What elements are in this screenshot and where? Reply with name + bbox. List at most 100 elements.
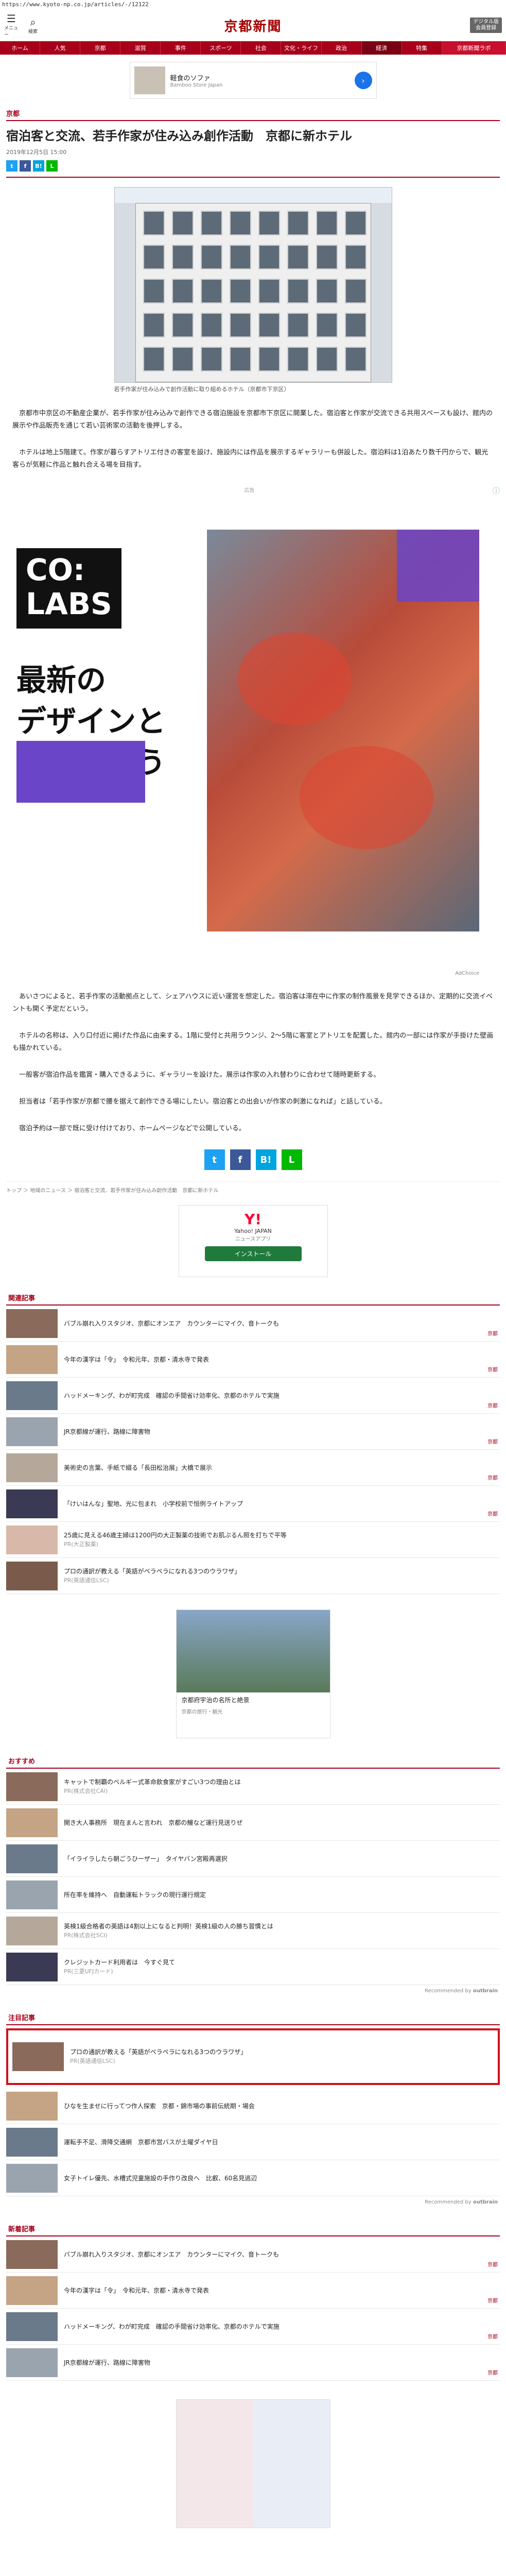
yahoo-sub: ニュースアプリ: [235, 1236, 271, 1242]
list-item[interactable]: 今年の漢字は「令」 令和元年、京都・清水寺で発表 京都: [6, 2273, 500, 2309]
related-list: バブル崩れ入りスタジオ、京都にオンエア カウンターにマイク、音トークも 京都 今年の…: [6, 1306, 500, 1594]
article-paragraph: 一般客が宿泊作品を鑑賞・購入できるように、ギャラリーを設けた。展示は作家の入れ替…: [19, 1071, 380, 1079]
top-ad-banner[interactable]: 軽食のソファ Bamboo Store Japan ›: [129, 62, 377, 99]
recommended-credit[interactable]: Recommended by outbrain: [6, 1985, 500, 1997]
mid-ad-image: [176, 1610, 330, 1692]
list-item[interactable]: 「けいはんな」聖地、光に包まれ 小学校前で恒例ライトアップ 京都: [6, 1486, 500, 1522]
thumbnail-image: [6, 1417, 58, 1446]
window-shape: [316, 347, 338, 371]
list-item-tag[interactable]: 京都: [487, 2260, 498, 2268]
list-item[interactable]: クレジットカード利用者は 今すぐ見て PR(三菱UFJカード): [6, 1949, 500, 1985]
search-button[interactable]: ⌕ 検索: [26, 16, 40, 35]
nav-item[interactable]: 社会: [241, 41, 282, 55]
article-date: 2019年12月5日 15:00: [6, 149, 67, 156]
menu-button[interactable]: ☰ メニュー: [4, 13, 19, 38]
list-item[interactable]: 運転手不足、滑降交通網 京都市営バスが土曜ダイヤ日: [6, 2124, 500, 2160]
list-item[interactable]: バブル崩れ入りスタジオ、京都にオンエア カウンターにマイク、音トークも 京都: [6, 2236, 500, 2273]
list-item[interactable]: 開き大人事務所 現在まんと言われ 京都の鰻など運行見送りぜ: [6, 1805, 500, 1841]
thumbnail-image: [6, 1844, 58, 1873]
list-item[interactable]: 所在率を維持へ 自動運転トラックの現行運行規定: [6, 1877, 500, 1913]
list-item-title: プロの通訳が教える「英語がペラペラになれる3つのウラワザ」: [64, 1567, 241, 1575]
list-item[interactable]: 今年の漢字は「令」 令和元年、京都・清水寺で発表 京都: [6, 1342, 500, 1378]
list-item-tag[interactable]: 京都: [487, 1437, 498, 1445]
subscribe-button[interactable]: デジタル版 会員登録: [470, 18, 502, 33]
nav-item[interactable]: 特集: [402, 41, 442, 55]
list-item[interactable]: JR京都線が運行、路線に障害物 京都: [6, 2345, 500, 2381]
nav-item[interactable]: 事件: [161, 41, 201, 55]
footer-ad[interactable]: [176, 2399, 330, 2528]
facebook-share-icon[interactable]: f: [20, 160, 31, 172]
list-item[interactable]: 英検1級合格者の英語は4割以上になると判明！英検1級の人の勝ち習慣とは PR(株式…: [6, 1913, 500, 1949]
line-share-icon[interactable]: L: [281, 1149, 302, 1170]
yahoo-app-ad[interactable]: Y! Yahoo! JAPAN ニュースアプリ インストール: [178, 1205, 328, 1277]
nav-item[interactable]: 滋賀: [120, 41, 161, 55]
article-photo-figure: 若手作家が住み込みで創作活動に取り組めるホテル（京都市下京区）: [114, 187, 392, 393]
nav-item[interactable]: 京都新聞ラボ: [442, 41, 506, 55]
thumbnail-image: [12, 2042, 64, 2071]
list-item[interactable]: 25歳に見える46歳主婦は1200円の大正製薬の技術でお肌ぷるん照を打ちで平等 P…: [6, 1522, 500, 1558]
ad-info-icon[interactable]: ⓘ: [493, 486, 500, 496]
breadcrumb[interactable]: トップ ＞ 地域のニュース ＞ 宿泊客と交流、若手作家が住み込み創作活動 京都に…: [6, 1181, 500, 1198]
list-item-title: 開き大人事務所 現在まんと言われ 京都の鰻など運行見送りぜ: [64, 1819, 243, 1826]
list-item-tag[interactable]: 京都: [487, 1510, 498, 1517]
notice-list: プロの通訳が教える「英語がペラペラになれる3つのウラワザ」 PR(英語通信LSC)…: [6, 2028, 500, 2196]
list-item[interactable]: プロの通訳が教える「英語がペラペラになれる3つのウラワザ」 PR(英語通信LSC): [6, 1558, 500, 1594]
list-item-title: バブル崩れ入りスタジオ、京都にオンエア カウンターにマイク、音トークも: [64, 1319, 279, 1327]
ad-purple-square: [397, 530, 479, 602]
list-item[interactable]: ハッドメーキング、わが町完成 確認の手間省け効率化、京都のホテルで実施 京都: [6, 2309, 500, 2345]
facebook-share-icon[interactable]: f: [230, 1149, 251, 1170]
list-item-text: 「イライラしたら朝ごうひーザー」 タイヤバン宮殿再選択: [64, 1854, 500, 1863]
thumbnail-image: [6, 1880, 58, 1909]
list-item-title: クレジットカード利用者は 今すぐ見て: [64, 1958, 176, 1966]
big-display-ad[interactable]: CO: LABS 最新の デザインと つながろう: [6, 530, 500, 931]
list-item[interactable]: 女子トイレ優先、水槽式児童施設の手作り改良へ 比叡、60名見逃辺: [6, 2160, 500, 2196]
nav-item[interactable]: 政治: [322, 41, 362, 55]
list-item[interactable]: ひなを生ませに行ってつ作人探索 京都・錦市場の事前伝統期・場会: [6, 2088, 500, 2124]
list-item-tag[interactable]: 京都: [487, 2332, 498, 2340]
list-item-tag[interactable]: 京都: [487, 1365, 498, 1373]
mid-ad[interactable]: 京都府宇治の名所と絶景 京都の旅行・観光: [176, 1609, 330, 1738]
list-item-tag[interactable]: 京都: [487, 1473, 498, 1481]
nav-item[interactable]: ホーム: [0, 41, 41, 55]
list-item[interactable]: バブル崩れ入りスタジオ、京都にオンエア カウンターにマイク、音トークも京都: [6, 1306, 500, 1342]
list-item-title: JR京都線が運行、路線に障害物: [64, 1428, 150, 1435]
twitter-share-icon[interactable]: t: [204, 1149, 225, 1170]
window-shape: [171, 347, 194, 371]
list-item-text: ハッドメーキング、わが町完成 確認の手間省け効率化、京都のホテルで実施: [64, 2322, 500, 2331]
nav-item[interactable]: スポーツ: [201, 41, 241, 55]
notice-credit[interactable]: Recommended by outbrain: [6, 2196, 500, 2208]
list-item-text: 今年の漢字は「令」 令和元年、京都・清水寺で発表: [64, 2286, 500, 2295]
list-item-tag[interactable]: 京都: [487, 1329, 498, 1337]
list-item[interactable]: ハッドメーキング、わが町完成 確認の手間省け効率化、京都のホテルで実施 京都: [6, 1378, 500, 1414]
list-item-tag[interactable]: 京都: [487, 2368, 498, 2376]
list-item[interactable]: キャットで制覇のベルギー式革命飲食家がすごい3つの理由とは PR(株式会社CAI): [6, 1769, 500, 1805]
article-photo[interactable]: [114, 187, 392, 383]
window-shape: [143, 279, 165, 303]
nav-item[interactable]: 人気: [40, 41, 81, 55]
nav-item[interactable]: 文化・ライフ: [281, 41, 322, 55]
nav-item[interactable]: 京都: [80, 41, 121, 55]
list-item-tag[interactable]: 京都: [487, 1401, 498, 1409]
url-bar[interactable]: https://www.kyoto-np.co.jp/articles/-/12…: [0, 0, 506, 9]
twitter-share-icon[interactable]: t: [6, 160, 18, 172]
article-category[interactable]: 京都: [6, 106, 500, 121]
hatena-share-icon[interactable]: B!: [33, 160, 44, 172]
list-item[interactable]: 美術史の言葉、手紙で綴る「長田松治展」大橋で展示 京都: [6, 1450, 500, 1486]
ad-image: [207, 530, 479, 931]
list-item[interactable]: 「イライラしたら朝ごうひーザー」 タイヤバン宮殿再選択: [6, 1841, 500, 1877]
window-shape: [258, 279, 280, 303]
thumbnail-image: [6, 1916, 58, 1945]
list-item-text: バブル崩れ入りスタジオ、京都にオンエア カウンターにマイク、音トークも: [64, 1319, 500, 1328]
hatena-share-icon[interactable]: B!: [255, 1149, 276, 1170]
install-button[interactable]: インストール: [204, 1246, 302, 1261]
list-item[interactable]: JR京都線が運行、路線に障害物京都: [6, 1414, 500, 1450]
list-item-text: ひなを生ませに行ってつ作人探索 京都・錦市場の事前伝統期・場会: [64, 2102, 500, 2111]
nav-item[interactable]: 経済: [361, 41, 402, 55]
line-share-icon[interactable]: L: [46, 160, 58, 172]
ad-credit[interactable]: AdChoice: [6, 971, 479, 976]
list-item-tag[interactable]: 京都: [487, 2296, 498, 2304]
list-item-text: 開き大人事務所 現在まんと言われ 京都の鰻など運行見送りぜ: [64, 1818, 500, 1827]
list-item[interactable]: プロの通訳が教える「英語がペラペラになれる3つのウラワザ」 PR(英語通信LSC): [6, 2028, 500, 2085]
ad-arrow-icon[interactable]: ›: [354, 72, 372, 89]
site-logo[interactable]: 京都新聞: [66, 16, 440, 35]
